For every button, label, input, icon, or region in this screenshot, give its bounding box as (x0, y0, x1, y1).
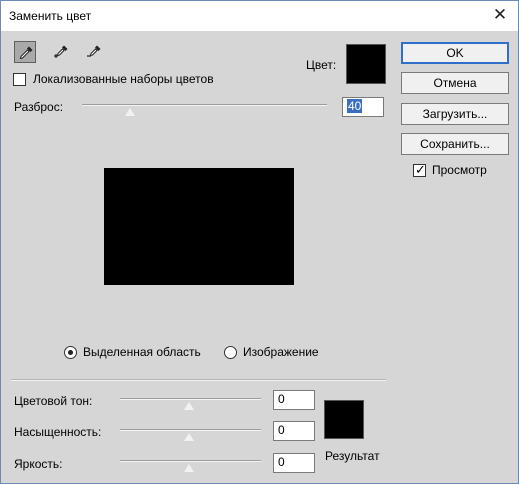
eyedropper-icon (19, 46, 33, 60)
eyedropper-minus-icon (87, 45, 101, 57)
cancel-button[interactable]: Отмена (401, 72, 509, 94)
fuzziness-label: Разброс: (14, 100, 64, 114)
saturation-label: Насыщенность: (14, 425, 102, 439)
eyedropper-minus-tool[interactable] (83, 41, 105, 63)
color-label: Цвет: (306, 58, 337, 72)
radio-selection[interactable] (64, 346, 77, 359)
lightness-slider-thumb[interactable] (183, 463, 195, 473)
hue-label: Цветовой тон: (14, 394, 93, 408)
dialog-body: Локализованные наборы цветов Цвет: Разбр… (1, 31, 518, 483)
lightness-label: Яркость: (14, 457, 63, 471)
fuzziness-slider-track[interactable] (82, 104, 327, 106)
saturation-slider-thumb[interactable] (183, 432, 195, 442)
selection-preview (104, 168, 294, 285)
fuzziness-slider-thumb[interactable] (124, 107, 136, 117)
load-button[interactable]: Загрузить... (401, 103, 509, 125)
ok-button[interactable]: OK (401, 42, 509, 64)
hue-slider-thumb[interactable] (183, 401, 195, 411)
radio-image-label: Изображение (243, 345, 319, 359)
fuzziness-value: 40 (347, 99, 363, 113)
save-button[interactable]: Сохранить... (401, 133, 509, 155)
eyedropper-plus-tool[interactable] (50, 41, 72, 63)
lightness-slider-track[interactable] (120, 460, 261, 462)
preview-label: Просмотр (432, 163, 487, 177)
saturation-slider-track[interactable] (120, 429, 261, 431)
result-swatch[interactable] (324, 400, 364, 439)
hue-slider-track[interactable] (120, 398, 261, 400)
result-label: Результат (325, 449, 380, 463)
radio-selection-label: Выделенная область (83, 345, 201, 359)
localized-colors-label: Локализованные наборы цветов (33, 72, 214, 86)
eyedropper-tool[interactable] (14, 41, 36, 63)
saturation-input[interactable]: 0 (273, 421, 315, 441)
preview-checkbox[interactable]: ✓ (413, 162, 426, 177)
radio-image[interactable] (224, 346, 237, 359)
localized-colors-checkbox[interactable] (13, 73, 26, 86)
eyedropper-plus-icon (54, 45, 68, 58)
checkmark-icon: ✓ (415, 162, 426, 177)
title-bar: Заменить цвет ✕ (1, 1, 518, 31)
fuzziness-input[interactable]: 40 (342, 97, 384, 117)
color-swatch[interactable] (346, 44, 386, 84)
hue-input[interactable]: 0 (273, 390, 315, 410)
replace-color-dialog: Заменить цвет ✕ Локализованные наборы цв… (0, 0, 519, 484)
lightness-input[interactable]: 0 (273, 453, 315, 473)
divider (11, 379, 386, 381)
close-icon[interactable]: ✕ (486, 4, 514, 26)
dialog-title: Заменить цвет (9, 9, 92, 23)
